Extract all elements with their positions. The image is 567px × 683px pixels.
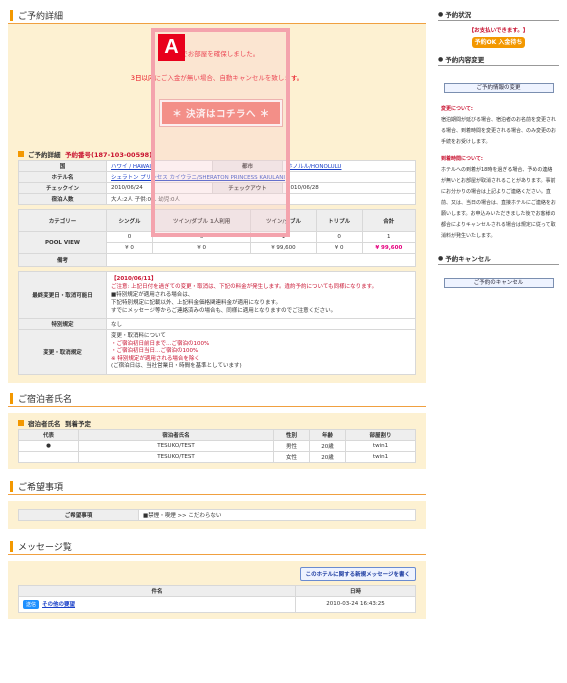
- message-subject-link[interactable]: その他の要望: [42, 602, 75, 608]
- guest-panel: 宿泊者氏名 到着予定 代表 宿泊者氏名 性別 年齢 部屋割り ● TESUKO/TEST 男…: [8, 412, 426, 469]
- guest-table: 代表 宿泊者氏名 性別 年齢 部屋割り ● TESUKO/TEST 男性 20歳 twin1 T…: [18, 428, 416, 463]
- remarks-value: [106, 253, 416, 267]
- city-link[interactable]: ホノルル/HONOLULU: [287, 164, 341, 170]
- checkout-date: 2010/06/28: [282, 182, 416, 194]
- section-title-details: ご予約詳細: [8, 8, 426, 24]
- sent-tag: 送信: [23, 599, 40, 609]
- total-price: ¥ 99,600: [361, 242, 417, 254]
- request-value: ■禁煙・喫煙 >> こだわらない: [138, 508, 416, 521]
- policy-table: 最終変更日・取消可能日 【2010/06/11】 ご注意: 上記日付を過ぎての変…: [18, 271, 416, 375]
- room-category: POOL VIEW: [18, 231, 107, 254]
- section-title-message: メッセージ覧: [8, 538, 426, 555]
- message-table: 件名 日時 送信 その他の要望 2010-03-24 16:43:25: [18, 584, 416, 613]
- request-panel: ご希望事項 ■禁煙・喫煙 >> こだわらない: [8, 500, 426, 529]
- reservation-number: 予約番号(187-103-00598): [65, 151, 153, 159]
- message-panel: このホテルに関する新規メッセージを書く 件名 日時 送信 その他の要望 2010-03…: [8, 560, 426, 619]
- section-title-request: ご希望事項: [8, 478, 426, 495]
- payment-status: 【お支払いできます。】: [468, 28, 529, 34]
- new-message-button[interactable]: このホテルに関する新規メッセージを書く: [299, 566, 416, 581]
- change-reservation-button[interactable]: ご予約情報の変更: [443, 83, 554, 93]
- status-badge: 予約OK 入金待ち: [471, 37, 526, 48]
- country-link[interactable]: ハワイ / HAWAII: [111, 164, 153, 170]
- table-row: TESUKO/TEST 女性 20歳 twin1: [18, 450, 416, 463]
- section-title-guest: ご宿泊者氏名: [8, 390, 426, 407]
- sidebar: 予約状況 【お支払いできます。】 予約OK 入金待ち 予約内容変更 ご予約情報の…: [438, 8, 559, 297]
- table-row: ● TESUKO/TEST 男性 20歳 twin1: [18, 439, 416, 452]
- annotation-marker: A: [158, 34, 185, 61]
- table-row: 送信 その他の要望 2010-03-24 16:43:25: [18, 595, 416, 613]
- cancel-reservation-button[interactable]: ご予約のキャンセル: [443, 278, 554, 288]
